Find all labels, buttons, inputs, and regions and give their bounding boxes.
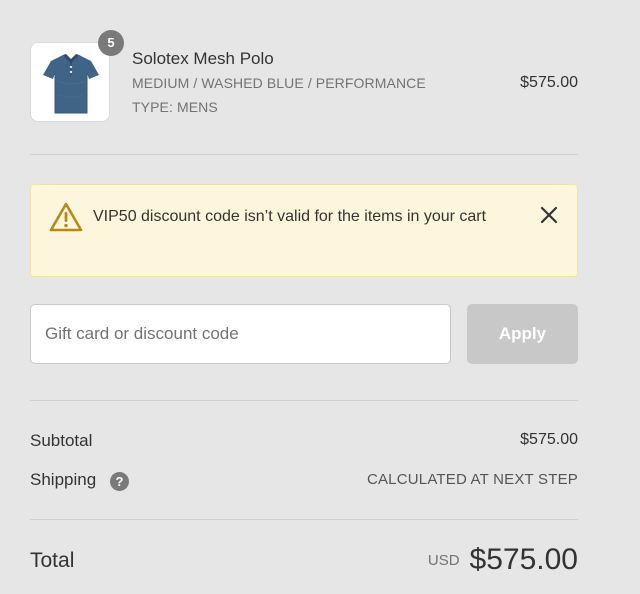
divider (30, 519, 578, 520)
apply-button[interactable]: Apply (467, 304, 578, 364)
help-icon[interactable]: ? (110, 472, 129, 491)
warning-icon (49, 202, 83, 232)
product-thumbnail (30, 42, 110, 122)
product-name: Solotex Mesh Polo (132, 49, 274, 68)
shipping-value: CALCULATED AT NEXT STEP (366, 471, 578, 488)
shipping-label: Shipping (30, 470, 97, 489)
total-amount: $575.00 (469, 543, 578, 576)
product-price: $575.00 (520, 74, 578, 91)
divider (30, 154, 578, 155)
currency-code: USD (427, 552, 460, 569)
divider (30, 400, 578, 401)
total-price: USD $575.00 (428, 543, 578, 577)
order-summary: 5 Solotex Mesh Polo MEDIUM / WASHED BLUE… (0, 0, 640, 594)
product-variant: MEDIUM / WASHED BLUE / PERFORMANCE (132, 75, 426, 91)
close-icon[interactable] (539, 205, 559, 225)
subtotal-label: Subtotal (30, 431, 93, 450)
quantity-badge: 5 (98, 30, 124, 56)
discount-code-input[interactable] (30, 304, 451, 364)
line-item: 5 Solotex Mesh Polo MEDIUM / WASHED BLUE… (30, 30, 578, 126)
discount-error-notice: VIP50 discount code isn’t valid for the … (30, 184, 578, 277)
subtotal-value: $575.00 (520, 431, 578, 448)
notice-message: VIP50 discount code isn’t valid for the … (93, 208, 487, 225)
total-label: Total (30, 549, 75, 572)
product-type: TYPE: MENS (132, 99, 218, 115)
polo-shirt-icon (43, 54, 99, 114)
